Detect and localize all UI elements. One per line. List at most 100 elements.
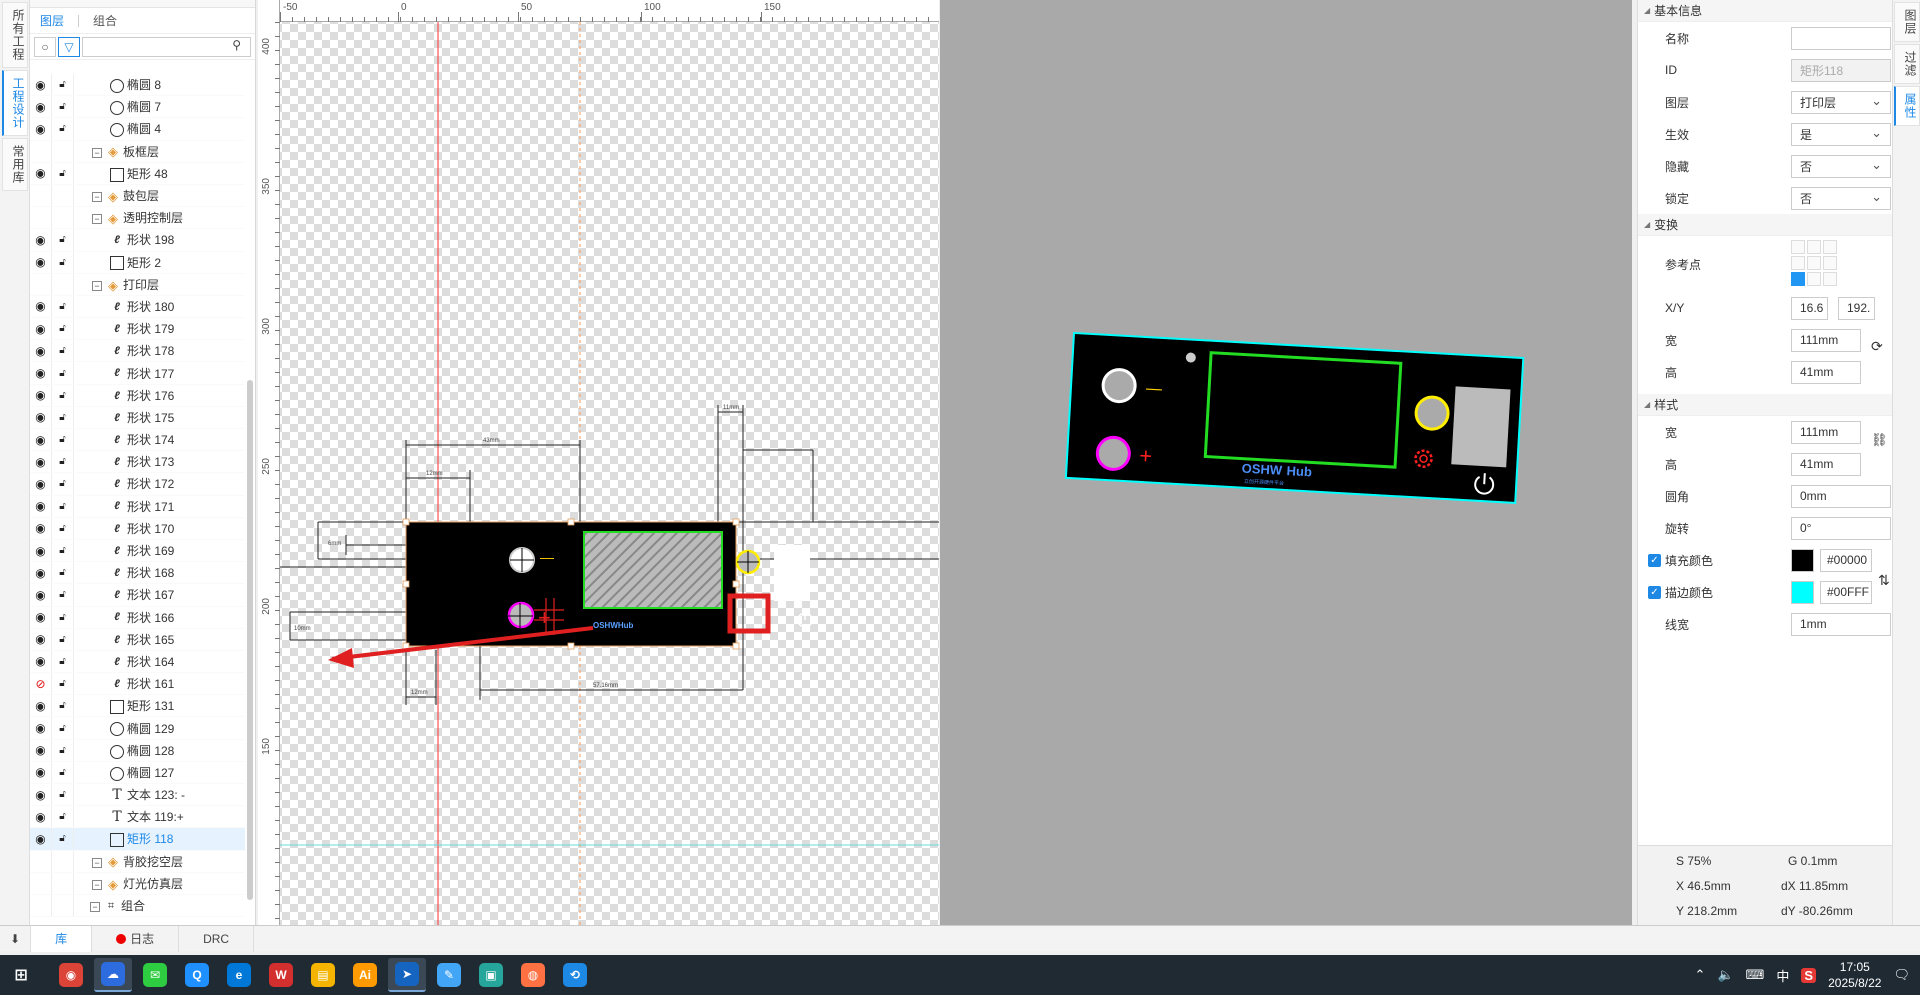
section-style[interactable]: 样式 (1638, 394, 1892, 416)
taskbar-app-8-icon[interactable]: ➤ (388, 958, 426, 992)
layer-search-input[interactable] (82, 36, 251, 57)
layer-row[interactable]: ◉ 🔓︎ ℓ 形状 175 (30, 406, 245, 429)
layer-row[interactable]: ◉ 🔓︎ 椭圆 129 (30, 717, 245, 740)
bottom-collapse-icon[interactable]: ⬇ (0, 925, 32, 952)
layer-tree-scrollbar[interactable] (247, 380, 253, 900)
lock-icon[interactable]: 🔓︎ (52, 473, 74, 495)
expander-icon[interactable]: − (92, 879, 102, 890)
layer-row[interactable]: ◉ 🔓︎ ℓ 形状 167 (30, 584, 245, 607)
lock-icon[interactable] (52, 273, 74, 295)
eye-icon[interactable]: ◉ (30, 761, 52, 783)
layer-row[interactable]: ◉ 🔓︎ ℓ 形状 174 (30, 429, 245, 452)
preview-3d[interactable]: — + OSHW Hub 立创开源硬件平台 (940, 0, 1632, 925)
layer-row[interactable]: ◉ 🔓︎ ℓ 形状 169 (30, 539, 245, 563)
bottom-tab-drc[interactable]: DRC (179, 925, 255, 952)
layer-select[interactable]: 打印层 (1791, 90, 1891, 114)
lock-icon[interactable]: 🔓︎ (52, 562, 74, 584)
filter-icon[interactable]: ▽ (58, 36, 80, 57)
style-height-input[interactable]: 41mm (1791, 452, 1861, 476)
layer-row[interactable]: ◉ 🔓︎ 椭圆 127 (30, 761, 245, 784)
eye-icon[interactable]: ◉ (30, 295, 52, 318)
linewidth-input[interactable]: 1mm (1791, 612, 1891, 636)
layer-row[interactable]: ◉ 🔓︎ ℓ 形状 170 (30, 517, 245, 540)
taskbar-app-6-icon[interactable]: ▤ (304, 958, 342, 992)
fill-checkbox[interactable]: ✓ (1648, 553, 1661, 567)
lock-icon[interactable]: 🔓︎ (52, 384, 74, 406)
lock-icon[interactable]: 🔓︎ (52, 362, 74, 384)
lock-icon[interactable]: 🔓︎ (52, 673, 74, 695)
expander-icon[interactable]: − (92, 857, 102, 868)
layer-row[interactable]: ◉ 🔓︎ 椭圆 7 (30, 96, 245, 119)
lock-icon[interactable]: 🔓︎ (52, 650, 74, 673)
link-icon[interactable]: ⛓ (1871, 432, 1888, 448)
lock-icon[interactable]: 🔓︎ (52, 539, 74, 562)
expander-icon[interactable]: − (92, 214, 102, 225)
tab-all-projects[interactable]: 所有工程 (2, 2, 28, 68)
x-input[interactable]: 16.6 (1791, 296, 1828, 320)
eye-icon[interactable]: ◉ (30, 96, 52, 118)
keyboard-icon[interactable]: ⌨ (1746, 967, 1765, 983)
taskbar-app-2-icon[interactable]: ✉ (136, 958, 174, 992)
layer-row[interactable]: ◉ 🔓︎ T 文本 123: - (30, 784, 245, 807)
lock-select[interactable]: 否 (1791, 186, 1891, 210)
expander-icon[interactable]: − (92, 192, 102, 203)
lock-icon[interactable] (52, 850, 74, 872)
lock-icon[interactable]: 🔓︎ (52, 584, 74, 606)
lock-icon[interactable]: 🔓︎ (52, 517, 74, 539)
lock-icon[interactable]: 🔓︎ (52, 162, 74, 184)
taskbar-clock[interactable]: 17:05 2025/8/22 (1828, 959, 1881, 991)
lock-icon[interactable] (52, 894, 74, 917)
eye-hidden-icon[interactable]: ⊘ (30, 673, 52, 695)
lock-icon[interactable]: 🔓︎ (52, 451, 74, 473)
layer-row[interactable]: ◉ 🔓︎ ℓ 形状 173 (30, 451, 245, 474)
eye-icon[interactable]: ◉ (30, 517, 52, 539)
y-input[interactable]: 192. (1838, 296, 1875, 320)
lock-icon[interactable] (52, 872, 74, 894)
ime-indicator[interactable]: 中 (1776, 966, 1789, 985)
search-icon[interactable]: ⚲ (232, 38, 241, 52)
tab-project-design[interactable]: 工程设计 (2, 70, 28, 136)
lock-icon[interactable]: 🔓︎ (52, 761, 74, 783)
layer-row[interactable]: − ◈ 鼓包层 (30, 184, 245, 208)
eye-icon[interactable]: ◉ (30, 739, 52, 761)
layer-row[interactable]: ◉ 🔓︎ T 文本 119:+ (30, 806, 245, 829)
lock-icon[interactable]: 🔓︎ (52, 251, 74, 273)
volume-icon[interactable]: 🔈 (1717, 967, 1733, 983)
lock-icon[interactable] (52, 140, 74, 162)
fill-swatch[interactable] (1791, 548, 1814, 572)
taskbar-app-5-icon[interactable]: W (262, 958, 300, 992)
swap-colors-icon[interactable]: ⇅ (1878, 572, 1890, 589)
eye-icon[interactable]: ◉ (30, 784, 52, 806)
panel-design[interactable]: — + OSHWHub (402, 518, 813, 650)
taskbar-app-12-icon[interactable]: ⟲ (556, 958, 594, 992)
layer-row[interactable]: − ⌗ 组合 (30, 894, 245, 918)
notification-icon[interactable]: 🗨 (1893, 967, 1910, 983)
refpoint-grid[interactable] (1791, 240, 1837, 286)
layer-row[interactable]: ◉ 🔓︎ ℓ 形状 164 (30, 650, 245, 674)
windows-start-icon[interactable]: ⊞ (2, 958, 40, 992)
eye-icon[interactable] (30, 872, 52, 894)
fill-hex-input[interactable]: #00000 (1820, 548, 1872, 572)
stroke-swatch[interactable] (1791, 580, 1814, 604)
aspect-lock-icon[interactable]: ⟳ (1871, 338, 1883, 355)
layer-row[interactable]: ◉ 🔓︎ 矩形 118 (30, 828, 245, 851)
white-window[interactable] (774, 545, 810, 601)
taskbar-app-0-icon[interactable]: ◉ (52, 958, 90, 992)
lock-icon[interactable]: 🔓︎ (52, 96, 74, 118)
lock-icon[interactable]: 🔓︎ (52, 429, 74, 451)
layer-row[interactable]: ◉ 🔓︎ 矩形 48 (30, 162, 245, 185)
eye-icon[interactable]: ◉ (30, 584, 52, 606)
section-transform[interactable]: 变换 (1638, 214, 1892, 236)
name-input[interactable] (1791, 26, 1891, 50)
stroke-hex-input[interactable]: #00FFF (1820, 580, 1872, 604)
lock-icon[interactable]: 🔓︎ (52, 717, 74, 739)
layer-row[interactable]: ◉ 🔓︎ 椭圆 4 (30, 118, 245, 141)
eye-icon[interactable] (30, 273, 52, 295)
layer-row[interactable]: ◉ 🔓︎ ℓ 形状 177 (30, 362, 245, 385)
lock-icon[interactable]: 🔓︎ (52, 606, 74, 628)
width-input[interactable]: 111mm (1791, 328, 1861, 352)
taskbar-app-11-icon[interactable]: ◍ (514, 958, 552, 992)
tab-filter[interactable]: 过滤 (1894, 44, 1920, 84)
layer-row[interactable]: ◉ 🔓︎ 椭圆 128 (30, 739, 245, 762)
layer-row[interactable]: − ◈ 灯光仿真层 (30, 872, 245, 895)
